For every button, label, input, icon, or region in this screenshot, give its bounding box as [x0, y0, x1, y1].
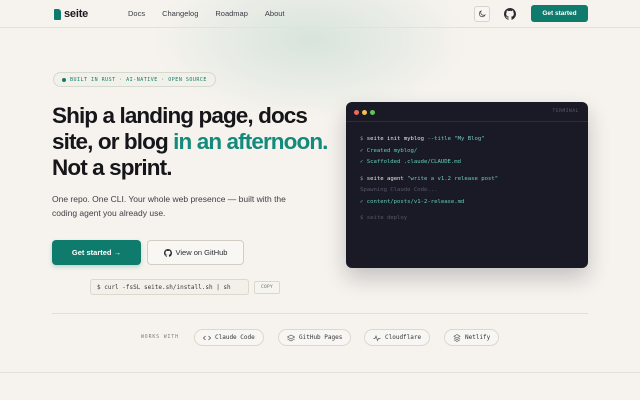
works-with-claude-code[interactable]: Claude Code [194, 329, 264, 346]
terminal-line: $ seite agent "write a v1.2 release post… [360, 175, 499, 182]
terminal-line: $ seite init myblog --title "My Blog" [360, 136, 485, 142]
works-with-netlify[interactable]: Netlify [444, 329, 500, 346]
view-on-github-button[interactable]: View on GitHub [147, 240, 244, 265]
theme-toggle-button[interactable] [474, 6, 490, 22]
pill-label: Cloudflare [385, 334, 422, 341]
logo-text: seite [64, 8, 89, 20]
terminal-body: $ seite init myblog --title "My Blog" ✓ … [346, 122, 588, 225]
badge-text: BUILT IN RUST · AI-NATIVE · OPEN SOURCE [70, 76, 207, 83]
terminal-line: ✓ content/posts/v1-2-release.md [360, 198, 465, 205]
top-nav: seite Docs Changelog Roadmap About Get s… [0, 0, 640, 28]
get-started-button[interactable]: Get started → [52, 240, 141, 265]
stack-icon [453, 333, 461, 342]
logo[interactable]: seite [54, 8, 88, 20]
get-started-nav-button[interactable]: Get started [531, 5, 588, 22]
install-command[interactable]: $ curl -fsSL seite.sh/install.sh | sh [90, 279, 249, 295]
nav-link-changelog[interactable]: Changelog [162, 9, 198, 18]
terminal-line: ✓ Scaffolded .claude/CLAUDE.md [360, 159, 462, 165]
terminal-line: $ seite deploy [360, 215, 408, 221]
pill-label: Claude Code [215, 334, 255, 341]
view-on-github-label: View on GitHub [175, 248, 228, 257]
pill-label: GitHub Pages [299, 334, 343, 341]
terminal-line: ✓ Created myblog/ [360, 147, 418, 154]
badge-dot-icon [62, 77, 66, 82]
headline-accent: in an afternoon. [173, 129, 328, 154]
terminal-line: Spawning Claude Code... [360, 187, 438, 193]
bottom-divider [0, 372, 640, 373]
nav-links: Docs Changelog Roadmap About [128, 9, 285, 18]
terminal-title: TERMINAL [552, 109, 579, 114]
copy-button[interactable]: COPY [254, 281, 280, 294]
moon-icon [478, 10, 486, 18]
nav-link-about[interactable]: About [265, 9, 285, 18]
works-with-cloudflare[interactable]: Cloudflare [364, 329, 431, 346]
github-icon [163, 248, 172, 257]
hero-badge: BUILT IN RUST · AI-NATIVE · OPEN SOURCE [53, 72, 216, 87]
code-icon [203, 335, 211, 340]
maximize-dot-icon [370, 110, 375, 115]
pill-label: Netlify [465, 334, 491, 341]
works-with-github-pages[interactable]: GitHub Pages [278, 329, 352, 346]
nav-link-docs[interactable]: Docs [128, 9, 145, 18]
github-icon[interactable] [504, 8, 516, 20]
minimize-dot-icon [362, 110, 367, 115]
terminal-window: TERMINAL $ seite init myblog --title "My… [346, 102, 588, 268]
nav-link-roadmap[interactable]: Roadmap [215, 9, 248, 18]
pulse-icon [373, 334, 381, 341]
works-with-label: WORKS WITH [141, 335, 179, 340]
hero-headline: Ship a landing page, docs site, or blog … [52, 103, 352, 181]
headline-part-2: Not a sprint. [52, 155, 172, 180]
hero-subtitle: One repo. One CLI. Your whole web presen… [52, 194, 286, 218]
close-dot-icon [354, 110, 359, 115]
divider [52, 313, 588, 314]
logo-icon [54, 8, 61, 20]
terminal-titlebar: TERMINAL [346, 102, 588, 122]
layers-icon [287, 334, 295, 341]
